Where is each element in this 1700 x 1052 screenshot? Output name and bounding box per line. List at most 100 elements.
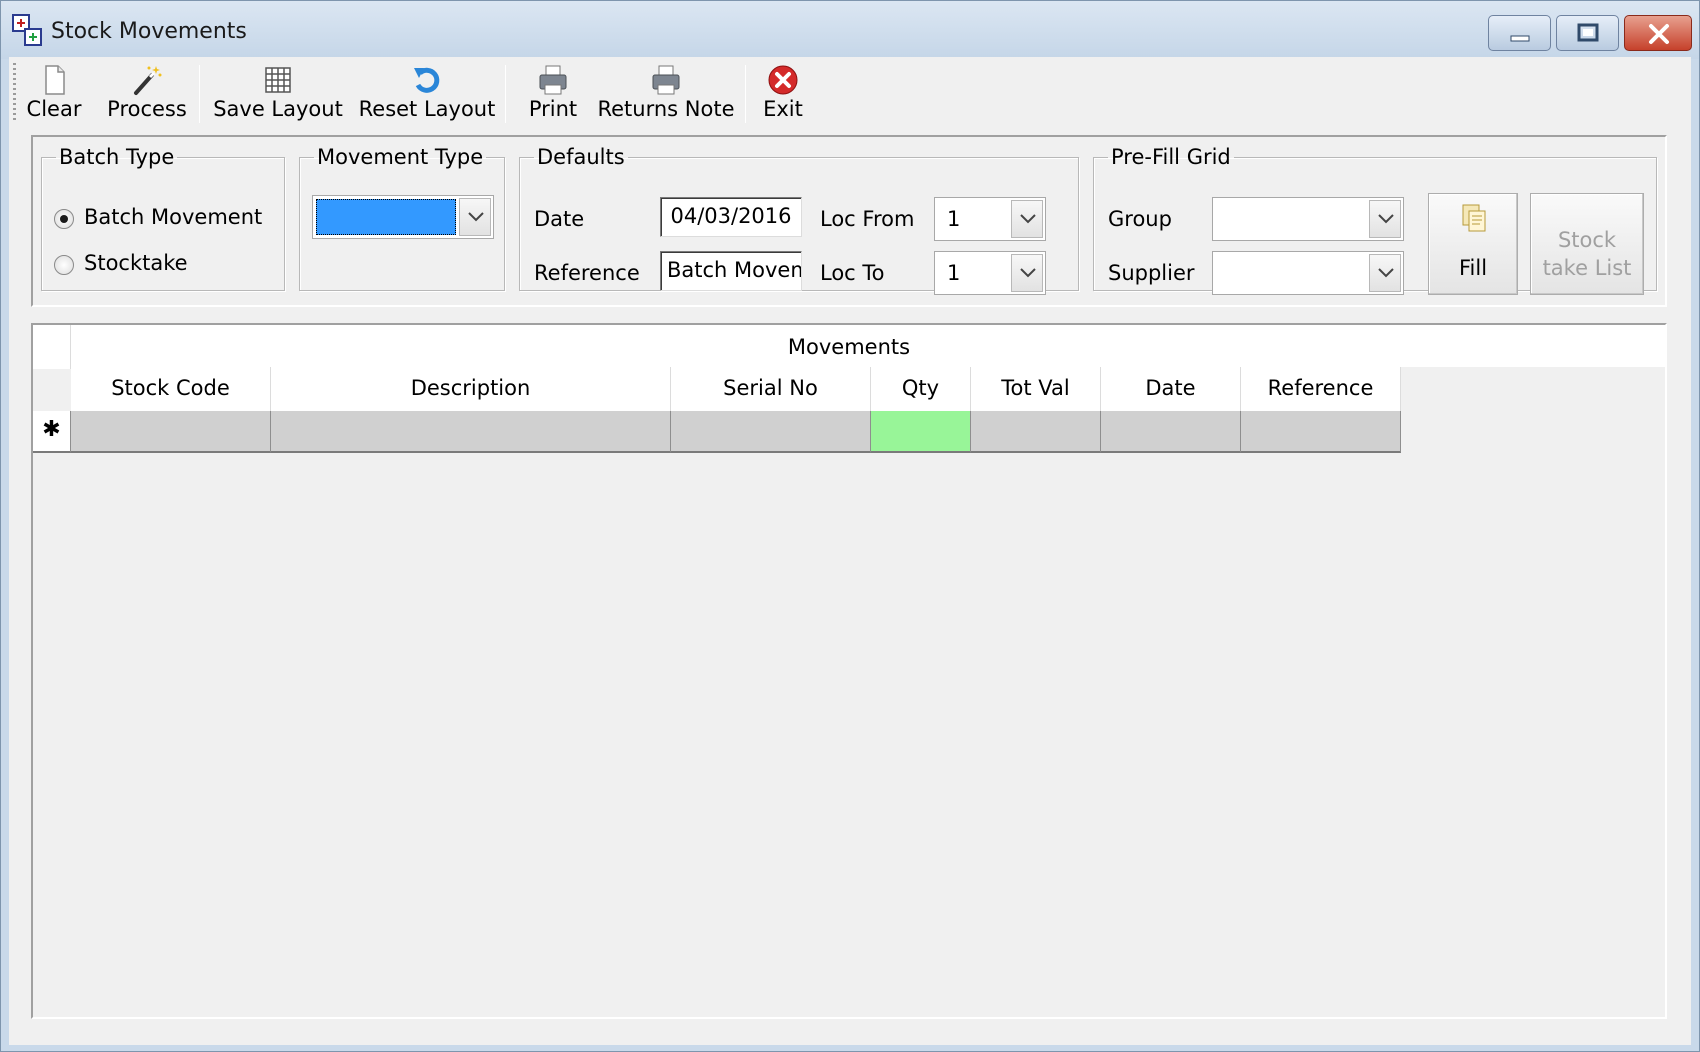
printer-icon [539,65,567,95]
movements-grid-panel: Movements Stock Code Description Serial … [31,323,1667,1019]
copy-pages-icon [1462,204,1486,232]
save-layout-button[interactable]: Save Layout [213,59,343,127]
minimize-icon [1510,35,1530,42]
stocktake-radio[interactable] [54,255,74,275]
column-header-tot-val[interactable]: Tot Val [971,367,1101,411]
returns-note-label: Returns Note [597,97,735,121]
loc-from-label: Loc From [820,207,915,231]
toolbar-separator [745,65,746,123]
movement-type-legend: Movement Type [317,145,484,169]
toolbar-separator [505,65,506,123]
cell-reference[interactable] [1241,411,1401,453]
print-button[interactable]: Print [519,59,587,127]
printer-icon [652,65,680,95]
process-label: Process [107,97,187,121]
returns-note-button[interactable]: Returns Note [589,59,743,127]
stock-movements-app-icon [12,14,42,46]
fill-label: Fill [1458,256,1488,280]
stocktake-list-label-line2: take List [1542,256,1632,280]
column-header-date[interactable]: Date [1101,367,1241,411]
supplier-dropdown-button[interactable] [1369,254,1401,292]
new-row-marker-icon[interactable]: ✱ [33,411,71,453]
prefill-grid-legend: Pre-Fill Grid [1111,145,1231,169]
loc-from-combo[interactable]: 1 [934,197,1046,241]
column-header-qty[interactable]: Qty [871,367,971,411]
loc-from-value: 1 [947,207,961,231]
close-icon [1649,24,1669,44]
restore-icon [1577,23,1599,42]
print-label: Print [528,97,578,121]
group-combo[interactable] [1212,197,1404,241]
chevron-down-icon [468,212,484,222]
stock-movements-window: Stock Movements Clear Process Save Layou… [0,0,1700,1052]
defaults-legend: Defaults [537,145,625,169]
movement-type-combo[interactable] [312,195,494,239]
clear-label: Clear [26,97,82,121]
cell-qty[interactable] [871,411,971,453]
minimize-button[interactable] [1488,15,1551,51]
stocktake-label[interactable]: Stocktake [84,251,188,275]
undo-arrow-icon [414,67,440,93]
column-header-stock-code[interactable]: Stock Code [71,367,271,411]
cell-stock-code[interactable] [71,411,271,453]
movement-type-dropdown-button[interactable] [459,198,491,236]
movement-type-group: Movement Type [299,145,505,291]
column-header-reference[interactable]: Reference [1241,367,1401,411]
save-layout-label: Save Layout [213,97,343,121]
chevron-down-icon [1378,214,1394,224]
clear-button[interactable]: Clear [23,59,85,127]
fill-button[interactable]: Fill [1428,193,1518,295]
exit-button[interactable]: Exit [757,59,809,127]
toolbar: Clear Process Save Layout Reset Layout P… [9,57,1691,131]
toolbar-separator [199,65,200,123]
batch-type-group: Batch Type Batch Movement Stocktake [41,145,285,291]
chevron-down-icon [1020,268,1036,278]
exit-label: Exit [763,97,803,121]
grid-layout-icon [265,67,291,93]
date-label: Date [534,207,585,231]
toolbar-grip[interactable] [13,63,16,123]
loc-to-value: 1 [947,261,961,285]
prefill-grid-group: Pre-Fill Grid Group Supplier Fill Stock … [1093,145,1657,295]
new-document-icon [45,65,65,95]
batch-type-legend: Batch Type [59,145,175,169]
radio-selected-dot [60,215,68,223]
magic-wand-icon [134,66,162,95]
row-header-corner [33,325,71,369]
client-area: Clear Process Save Layout Reset Layout P… [9,57,1691,1045]
chevron-down-icon [1378,268,1394,278]
defaults-group: Defaults Date 04/03/2016 Reference Batch… [519,145,1079,295]
stocktake-list-label-line1: Stock [1557,228,1617,252]
cell-description[interactable] [271,411,671,453]
loc-from-dropdown-button[interactable] [1011,200,1043,238]
supplier-combo[interactable] [1212,251,1404,295]
stocktake-list-button[interactable]: Stock take List [1530,193,1644,295]
loc-to-label: Loc To [820,261,885,285]
reset-layout-label: Reset Layout [358,97,496,121]
reference-label: Reference [534,261,640,285]
supplier-label: Supplier [1108,261,1195,285]
loc-to-combo[interactable]: 1 [934,251,1046,295]
cell-tot-val[interactable] [971,411,1101,453]
column-header-serial-no[interactable]: Serial No [671,367,871,411]
reset-layout-button[interactable]: Reset Layout [355,59,499,127]
movement-type-selected-value [316,199,456,235]
date-field[interactable]: 04/03/2016 [660,197,802,237]
reference-field[interactable]: Batch Movem [660,251,802,291]
group-dropdown-button[interactable] [1369,200,1401,238]
chevron-down-icon [1020,214,1036,224]
maximize-button[interactable] [1556,15,1619,51]
cell-date[interactable] [1101,411,1241,453]
exit-icon [768,65,798,95]
options-panel: Batch Type Batch Movement Stocktake Move… [31,135,1667,307]
title-bar[interactable]: Stock Movements [1,1,1699,59]
grid-header-empty-space [1401,367,1665,411]
column-header-description[interactable]: Description [271,367,671,411]
batch-movement-label[interactable]: Batch Movement [84,205,262,229]
loc-to-dropdown-button[interactable] [1011,254,1043,292]
group-label: Group [1108,207,1172,231]
batch-movement-radio[interactable] [54,209,74,229]
close-button[interactable] [1624,15,1692,51]
cell-serial-no[interactable] [671,411,871,453]
process-button[interactable]: Process [99,59,195,127]
